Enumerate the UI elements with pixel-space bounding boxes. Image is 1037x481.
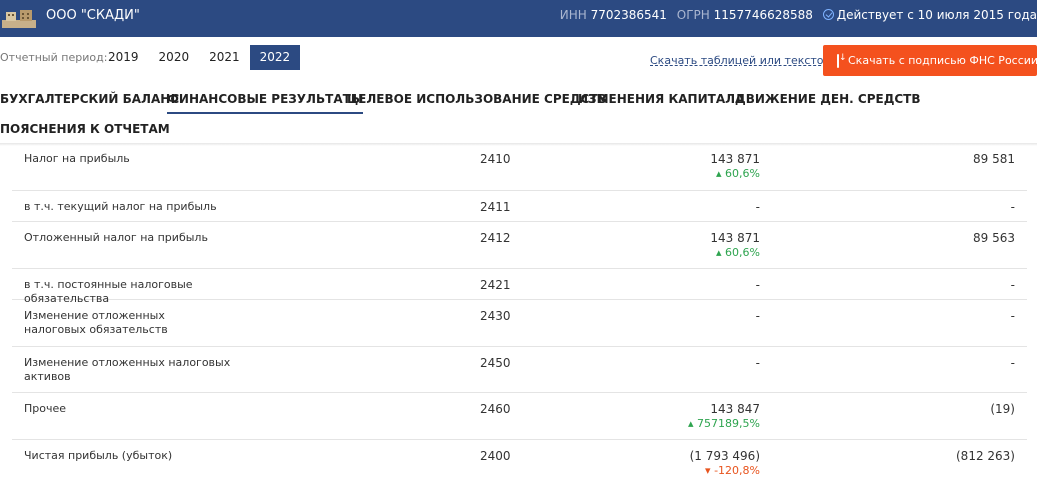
value-2022: (1 793 496) <box>689 449 760 463</box>
tab-notes[interactable]: ПОЯСНЕНИЯ К ОТЧЕТАМ <box>0 122 170 142</box>
check-circle-icon <box>822 9 834 20</box>
table-row: Изменение отложенных налоговых активов 2… <box>12 347 1027 393</box>
row-code: 2412 <box>480 231 511 245</box>
row-code: 2430 <box>480 309 511 323</box>
inn-label: ИНН <box>559 8 587 22</box>
tab-financial-results[interactable]: ФИНАНСОВЫЕ РЕЗУЛЬТАТЫ <box>167 92 364 114</box>
row-name: Чистая прибыль (убыток) <box>24 449 173 462</box>
row-code: 2410 <box>480 152 511 166</box>
delta-value: -120,8% <box>714 464 760 477</box>
period-label: Отчетный период: <box>0 51 108 64</box>
tab-cash-flow[interactable]: ДВИЖЕНИЕ ДЕН. СРЕДСТВ <box>735 92 921 112</box>
row-name: Прочее <box>24 402 67 415</box>
row-name: Изменение отложенных налоговых обязатель… <box>24 309 168 336</box>
value-2021: - <box>1010 309 1015 323</box>
value-2022: - <box>755 278 760 292</box>
table-row: в т.ч. постоянные налоговые обязательств… <box>12 269 1027 305</box>
row-value-2022: 143 871 ▴ 60,6% <box>710 152 760 180</box>
ogrn-label: ОГРН <box>676 8 710 22</box>
row-code: 2421 <box>480 278 511 292</box>
inn-value[interactable]: 7702386541 <box>591 8 667 22</box>
delta-value: 757189,5% <box>697 417 760 430</box>
download-signed-button[interactable]: Скачать с подписью ФНС России <box>823 45 1037 76</box>
row-name: Изменение отложенных налоговых активов <box>24 356 231 383</box>
row-name: Отложенный налог на прибыль <box>24 231 208 244</box>
tab-balance[interactable]: БУХГАЛТЕРСКИЙ БАЛАНС <box>0 92 179 112</box>
table-row: Чистая прибыль (убыток) 2400 (1 793 496)… <box>12 440 1027 481</box>
year-2021[interactable]: 2021 <box>199 45 250 70</box>
ogrn-value[interactable]: 1157746628588 <box>714 8 813 22</box>
value-2022: - <box>755 356 760 370</box>
value-2022: 143 871 <box>710 152 760 166</box>
value-2021: - <box>1010 278 1015 292</box>
delta-up: ▴ 60,6% <box>716 246 760 259</box>
year-2020[interactable]: 2020 <box>149 45 200 70</box>
table-row: Налог на прибыль 2410 143 871 ▴ 60,6% 89… <box>12 143 1027 191</box>
value-2022: - <box>755 200 760 214</box>
delta-value: 60,6% <box>725 246 760 259</box>
building-logo-icon <box>2 10 36 28</box>
row-name: в т.ч. текущий налог на прибыль <box>24 200 217 213</box>
value-2022: - <box>755 309 760 323</box>
download-table-link[interactable]: Скачать таблицей или текстом <box>650 54 832 67</box>
value-2021: - <box>1010 356 1015 370</box>
status-text: Действует с 10 июля 2015 года <box>836 8 1037 22</box>
value-2021: 89 563 <box>973 231 1015 245</box>
download-signed-label: Скачать с подписью ФНС России <box>848 54 1037 67</box>
delta-value: 60,6% <box>725 167 760 180</box>
value-2021: (19) <box>990 402 1015 416</box>
company-requisites: ИНН 7702386541 ОГРН 1157746628588 Действ… <box>560 8 1037 22</box>
table-row: Изменение отложенных налоговых обязатель… <box>12 300 1027 347</box>
financial-results-table: Налог на прибыль 2410 143 871 ▴ 60,6% 89… <box>12 143 1027 481</box>
row-code: 2400 <box>480 449 511 463</box>
download-file-icon <box>837 53 847 68</box>
year-2019[interactable]: 2019 <box>98 45 149 70</box>
value-2022: 143 847 <box>710 402 760 416</box>
row-code: 2460 <box>480 402 511 416</box>
table-row: в т.ч. текущий налог на прибыль 2411 - - <box>12 191 1027 222</box>
year-2022[interactable]: 2022 <box>249 45 301 70</box>
tab-capital-changes[interactable]: ИЗМЕНЕНИЯ КАПИТАЛА <box>578 92 744 112</box>
row-code: 2411 <box>480 200 511 214</box>
table-row: Отложенный налог на прибыль 2412 143 871… <box>12 222 1027 269</box>
value-2021: 89 581 <box>973 152 1015 166</box>
year-selector: 2019 2020 2021 2022 <box>98 45 301 70</box>
delta-up: ▴ 757189,5% <box>688 417 760 430</box>
value-2021: (812 263) <box>956 449 1015 463</box>
company-name: ООО "СКАДИ" <box>46 8 140 23</box>
delta-up: ▴ 60,6% <box>716 167 760 180</box>
table-row: Прочее 2460 143 847 ▴ 757189,5% (19) <box>12 393 1027 440</box>
tab-target-use[interactable]: ЦЕЛЕВОЕ ИСПОЛЬЗОВАНИЕ СРЕДСТВ <box>347 92 607 112</box>
value-2021: - <box>1010 200 1015 214</box>
row-value-2022: 143 871 ▴ 60,6% <box>710 231 760 259</box>
row-value-2022: 143 847 ▴ 757189,5% <box>688 402 760 430</box>
top-bar: ООО "СКАДИ" ИНН 7702386541 ОГРН 11577466… <box>0 0 1037 37</box>
row-code: 2450 <box>480 356 511 370</box>
delta-down: ▾ -120,8% <box>705 464 760 477</box>
value-2022: 143 871 <box>710 231 760 245</box>
row-value-2022: (1 793 496) ▾ -120,8% <box>690 449 760 477</box>
row-name: Налог на прибыль <box>24 152 130 165</box>
